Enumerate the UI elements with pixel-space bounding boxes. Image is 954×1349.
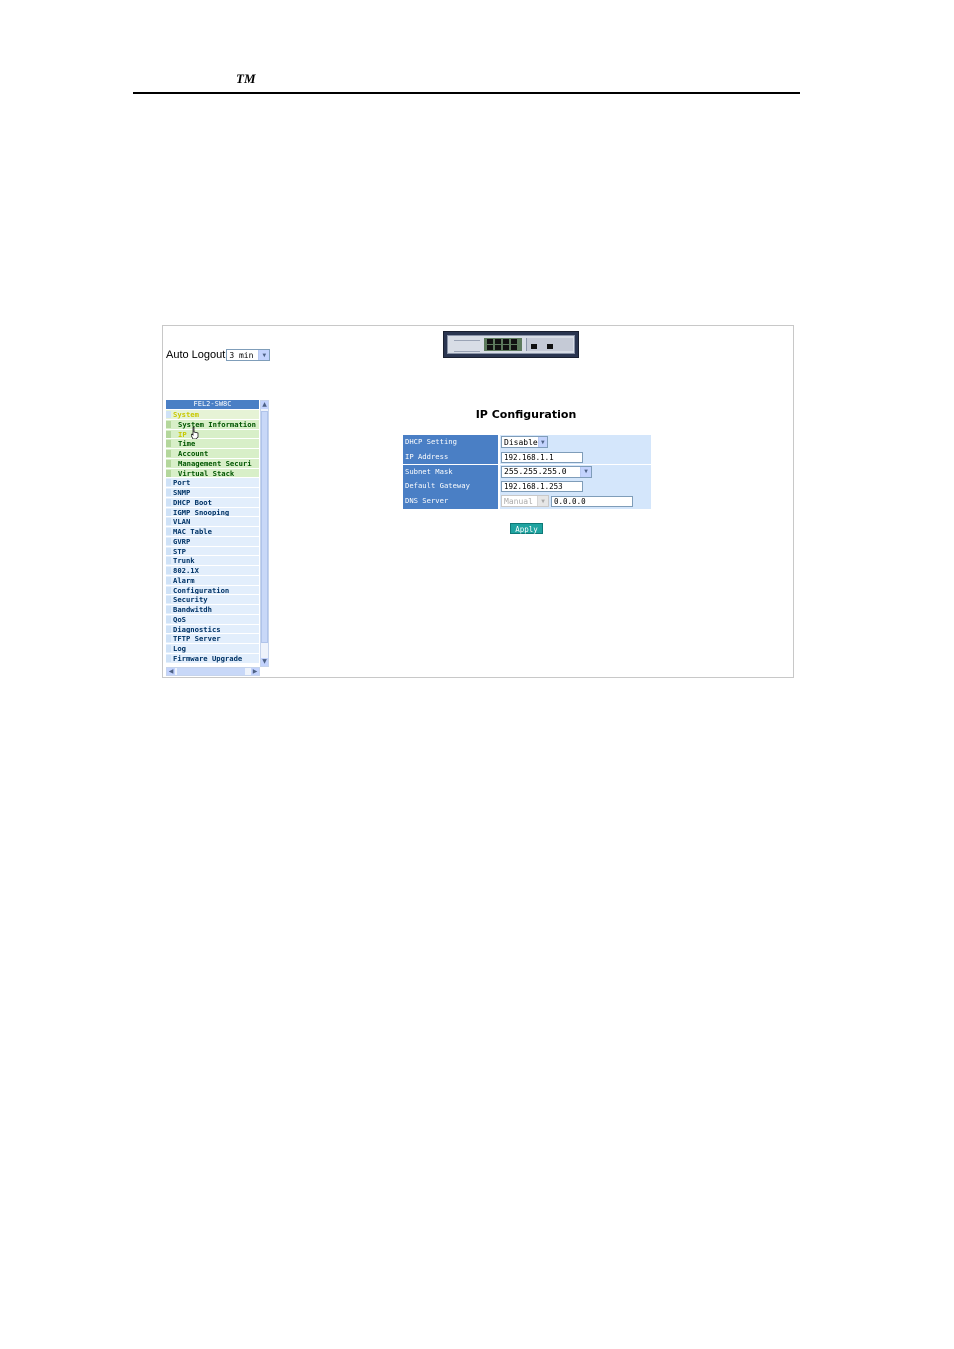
menu-vlan[interactable]: VLAN [166, 517, 259, 527]
menu-alarm[interactable]: Alarm [166, 575, 259, 586]
subnet-mask-select[interactable]: 255.255.255.0 ▼ [501, 465, 592, 478]
chevron-down-icon: ▼ [580, 466, 591, 477]
menu-log[interactable]: Log [166, 644, 259, 654]
switch-front-panel-image [443, 331, 579, 358]
subnet-mask-label: Subnet Mask [403, 464, 500, 480]
menu-igmp-snooping[interactable]: IGMP Snooping [166, 507, 259, 518]
web-ui-screenshot: Auto Logout 3 min ▼ FEL2-SW8C System Sys… [162, 325, 794, 678]
default-gateway-row: Default Gateway 192.168.1.253 [403, 479, 651, 494]
chevron-down-icon: ▼ [537, 496, 548, 507]
scroll-left-icon[interactable]: ◀ [167, 668, 175, 675]
scrollbar-thumb[interactable] [261, 411, 268, 643]
trademark-mark: TM [236, 71, 256, 86]
dns-mode-select: Manual ▼ [501, 495, 549, 508]
menu-system[interactable]: System [166, 410, 259, 420]
menu-management-security[interactable]: Management Securi [166, 458, 259, 469]
menu-bandwidth[interactable]: Bandwitdh [166, 605, 259, 615]
default-gateway-label: Default Gateway [403, 479, 500, 494]
menu-account[interactable]: Account [166, 449, 259, 459]
dhcp-setting-label: DHCP Setting [403, 435, 500, 450]
menu-stp[interactable]: STP [166, 546, 259, 557]
chevron-down-icon: ▼ [258, 350, 270, 360]
ip-address-label: IP Address [403, 449, 500, 465]
menu-qos[interactable]: QoS [166, 614, 259, 625]
menu-8021x[interactable]: 802.1X [166, 566, 259, 576]
scroll-down-icon[interactable]: ▼ [261, 658, 268, 666]
menu-virtual-stack[interactable]: Virtual Stack [166, 468, 259, 479]
menu-snmp[interactable]: SNMP [166, 488, 259, 498]
ip-address-input[interactable]: 192.168.1.1 [501, 451, 583, 463]
dns-server-label: DNS Server [403, 494, 500, 509]
menu-ip[interactable]: IP [166, 429, 259, 440]
ip-configuration-form: DHCP Setting Disable ▼ IP Address 192.16… [403, 435, 651, 509]
dns-server-input[interactable]: 0.0.0.0 [551, 495, 633, 507]
dns-server-row: DNS Server Manual ▼ 0.0.0.0 [403, 494, 651, 509]
scroll-up-icon[interactable]: ▲ [261, 401, 268, 409]
menu-gvrp[interactable]: GVRP [166, 536, 259, 547]
dhcp-setting-select[interactable]: Disable ▼ [501, 436, 548, 449]
hand-cursor-icon [191, 427, 199, 439]
menu-system-information[interactable]: System Information [166, 419, 259, 430]
tree-vertical-scrollbar[interactable]: ▲ ▼ [260, 400, 269, 667]
menu-trunk[interactable]: Trunk [166, 556, 259, 566]
menu-time[interactable]: Time [166, 439, 259, 449]
menu-security[interactable]: Security [166, 595, 259, 605]
menu-dhcp-boot[interactable]: DHCP Boot [166, 497, 259, 508]
menu-firmware-upgrade[interactable]: Firmware Upgrade [166, 653, 259, 664]
default-gateway-input[interactable]: 192.168.1.253 [501, 481, 583, 493]
header-rule [133, 92, 800, 94]
ip-address-row: IP Address 192.168.1.1 [403, 449, 651, 465]
menu-port[interactable]: Port [166, 478, 259, 488]
auto-logout-select[interactable]: 3 min ▼ [226, 349, 271, 361]
apply-button[interactable]: Apply [510, 523, 543, 534]
device-name-header: FEL2-SW8C [166, 400, 259, 409]
auto-logout: Auto Logout 3 min ▼ [166, 349, 271, 361]
menu-configuration[interactable]: Configuration [166, 585, 259, 596]
subnet-mask-row: Subnet Mask 255.255.255.0 ▼ [403, 464, 651, 480]
menu-mac-table[interactable]: MAC Table [166, 527, 259, 537]
menu-tftp-server[interactable]: TFTP Server [166, 634, 259, 644]
scroll-right-icon[interactable]: ▶ [251, 668, 259, 675]
chevron-down-icon: ▼ [537, 437, 547, 448]
tree-horizontal-scrollbar[interactable]: ◀ ▶ [166, 667, 260, 676]
scrollbar-thumb[interactable] [177, 668, 245, 675]
navigation-tree: FEL2-SW8C System System Information IP T… [166, 400, 270, 676]
dhcp-setting-row: DHCP Setting Disable ▼ [403, 435, 651, 450]
auto-logout-label: Auto Logout [166, 349, 226, 361]
page-title: IP Configuration [475, 408, 577, 421]
menu-diagnostics[interactable]: Diagnostics [166, 624, 259, 635]
